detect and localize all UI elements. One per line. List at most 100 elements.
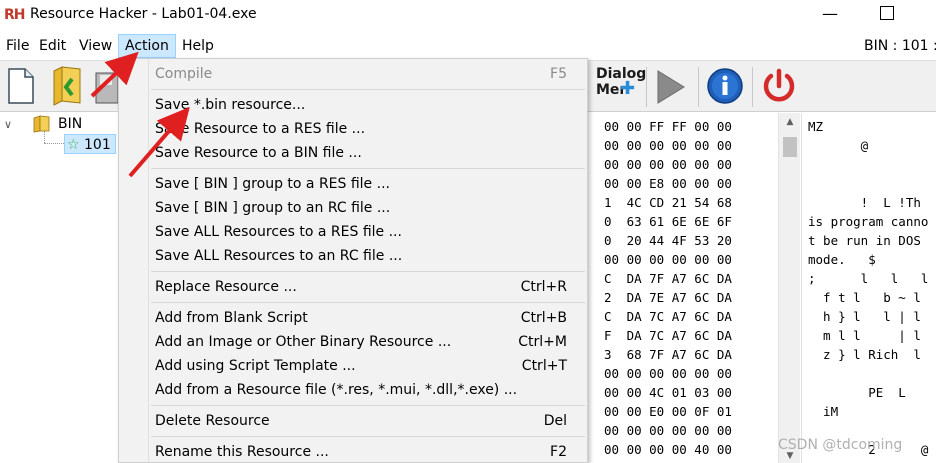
watermark: CSDN @tdcoming xyxy=(778,437,903,453)
tree-node-bin[interactable]: BIN xyxy=(58,114,82,134)
action-menu-dropdown: Compile F5 Save *.bin resource... Save R… xyxy=(118,58,588,463)
menu-item-shortcut: Del xyxy=(543,413,567,429)
menu-item-label: Save ALL Resources to a RES file ... xyxy=(155,224,402,240)
hex-row: 00 00 E0 00 0F 01 xyxy=(604,404,732,419)
menu-item-shortcut: Ctrl+B xyxy=(520,310,567,326)
menu-action[interactable]: Action xyxy=(118,34,176,58)
hex-row: 3 68 7F A7 6C DA xyxy=(604,347,732,362)
window-title: Resource Hacker - Lab01-04.exe xyxy=(30,6,257,22)
star-icon: ☆ xyxy=(67,137,80,153)
menu-item-delete-resource[interactable]: Delete Resource Del xyxy=(119,409,587,433)
menu-item-add-blank-script[interactable]: Add from Blank Script Ctrl+B xyxy=(119,306,587,330)
menu-item-label: Compile xyxy=(155,66,213,82)
tree-node-101[interactable]: ☆ 101 xyxy=(64,134,116,154)
menu-item-save-all-res[interactable]: Save ALL Resources to a RES file ... xyxy=(119,220,587,244)
hex-row: 0 63 61 6E 6E 6F xyxy=(604,214,732,229)
scroll-up-icon[interactable]: ▲ xyxy=(779,113,801,131)
ascii-row: MZ xyxy=(808,119,824,134)
expand-chevron-icon[interactable]: ∨ xyxy=(4,115,12,135)
ascii-row: f t l b ~ l xyxy=(808,290,921,305)
menu-item-save-group-res[interactable]: Save [ BIN ] group to a RES file ... xyxy=(119,172,587,196)
menu-item-label: Save ALL Resources to an RC file ... xyxy=(155,248,403,264)
ascii-row: t be run in DOS xyxy=(808,233,921,248)
menu-item-save-group-rc[interactable]: Save [ BIN ] group to an RC file ... xyxy=(119,196,587,220)
menu-item-rename-resource[interactable]: Rename this Resource ... F2 xyxy=(119,440,587,462)
hex-row: 00 00 00 00 00 00 xyxy=(604,138,732,153)
open-folder-icon[interactable] xyxy=(50,65,86,107)
menu-item-shortcut: F5 xyxy=(550,66,567,82)
info-icon[interactable] xyxy=(706,67,744,105)
menu-separator xyxy=(151,405,585,406)
ascii-row: m l l | l xyxy=(808,328,921,343)
menu-separator xyxy=(151,271,585,272)
menu-item-shortcut: F2 xyxy=(550,444,567,460)
menu-item-label: Save [ BIN ] group to an RC file ... xyxy=(155,200,391,216)
hex-scrollbar[interactable]: ▲ ▼ xyxy=(778,113,800,463)
hex-view[interactable]: 00 00 FF FF 00 00 00 00 00 00 00 00 00 00 … xyxy=(588,113,778,463)
hex-row: F DA 7C A7 6C DA xyxy=(604,328,732,343)
ascii-row: is program canno xyxy=(808,214,929,229)
hex-row: 0 20 44 4F 53 20 xyxy=(604,233,732,248)
folder-icon xyxy=(33,115,50,133)
menu-item-label: Save [ BIN ] group to a RES file ... xyxy=(155,176,390,192)
hex-row: 00 00 00 00 00 00 xyxy=(604,423,732,438)
maximize-button[interactable] xyxy=(880,6,894,20)
menu-item-label: Save Resource to a RES file ... xyxy=(155,121,366,137)
tree-node-101-label: 101 xyxy=(84,137,111,153)
menu-item-label: Add using Script Template ... xyxy=(155,358,356,374)
menu-item-shortcut: Ctrl+R xyxy=(520,279,567,295)
hex-row: C DA 7C A7 6C DA xyxy=(604,309,732,324)
menu-item-add-binary-resource[interactable]: Add an Image or Other Binary Resource ..… xyxy=(119,330,587,354)
toolbar-separator xyxy=(646,67,647,107)
hex-row: 00 00 00 00 00 00 xyxy=(604,366,732,381)
save-icon[interactable] xyxy=(94,69,118,105)
menu-item-shortcut: Ctrl+M xyxy=(518,334,567,350)
toolbar-separator xyxy=(698,67,699,107)
menu-view[interactable]: View xyxy=(73,34,118,58)
ascii-view[interactable]: MZ @ ! L !Th is program canno t be run in … xyxy=(801,113,936,463)
play-run-icon[interactable] xyxy=(654,69,688,105)
menu-item-label: Replace Resource ... xyxy=(155,279,297,295)
menu-item-save-resource-bin[interactable]: Save Resource to a BIN file ... xyxy=(119,141,587,165)
dialog-merger-button[interactable]: Dialog Mer ✚ xyxy=(596,66,646,106)
menu-separator xyxy=(151,436,585,437)
tree-connector xyxy=(44,131,45,143)
toolbar-separator xyxy=(752,67,753,107)
power-exit-icon[interactable] xyxy=(760,67,798,105)
menu-item-add-script-template[interactable]: Add using Script Template ... Ctrl+T xyxy=(119,354,587,378)
menu-item-save-all-rc[interactable]: Save ALL Resources to an RC file ... xyxy=(119,244,587,268)
menu-help[interactable]: Help xyxy=(176,34,220,58)
ascii-row: iM xyxy=(808,404,839,419)
new-file-icon[interactable] xyxy=(6,67,36,105)
menu-item-replace-resource[interactable]: Replace Resource ... Ctrl+R xyxy=(119,275,587,299)
menu-item-shortcut: Ctrl+T xyxy=(521,358,567,374)
resource-tree: ∨ BIN ☆ 101 xyxy=(0,113,118,463)
resource-hacker-logo-icon: RH xyxy=(4,7,26,23)
ascii-row: h } l l | l xyxy=(808,309,921,324)
hex-row: 00 00 00 00 00 00 xyxy=(604,157,732,172)
resource-path-label: BIN : 101 : xyxy=(864,38,936,54)
menu-item-label: Add from a Resource file (*.res, *.mui, … xyxy=(155,382,518,398)
menu-edit[interactable]: Edit xyxy=(33,34,72,58)
menu-separator xyxy=(151,168,585,169)
menu-item-label: Save Resource to a BIN file ... xyxy=(155,145,362,161)
menu-item-add-from-resource-file[interactable]: Add from a Resource file (*.res, *.mui, … xyxy=(119,378,587,402)
title-bar: RH Resource Hacker - Lab01-04.exe — xyxy=(0,0,936,32)
ascii-row: mode. $ xyxy=(808,252,876,267)
hex-row: 2 DA 7E A7 6C DA xyxy=(604,290,732,305)
hex-row: 00 00 00 00 40 00 xyxy=(604,442,732,457)
menu-separator xyxy=(151,302,585,303)
minimize-button[interactable]: — xyxy=(820,4,840,24)
menu-item-compile[interactable]: Compile F5 xyxy=(119,62,587,86)
tree-connector xyxy=(44,143,64,144)
hex-row: 00 00 FF FF 00 00 xyxy=(604,119,732,134)
scroll-thumb[interactable] xyxy=(783,137,797,157)
menu-file[interactable]: File xyxy=(0,34,35,58)
menu-item-save-resource-res[interactable]: Save Resource to a RES file ... xyxy=(119,117,587,141)
menu-item-label: Add from Blank Script xyxy=(155,310,308,326)
resource-hacker-window: RH Resource Hacker - Lab01-04.exe — File… xyxy=(0,0,936,463)
menu-item-save-bin-resource[interactable]: Save *.bin resource... xyxy=(119,93,587,117)
plus-icon: ✚ xyxy=(620,78,636,99)
menu-item-label: Add an Image or Other Binary Resource ..… xyxy=(155,334,452,350)
ascii-row: z } l Rich l xyxy=(808,347,921,362)
